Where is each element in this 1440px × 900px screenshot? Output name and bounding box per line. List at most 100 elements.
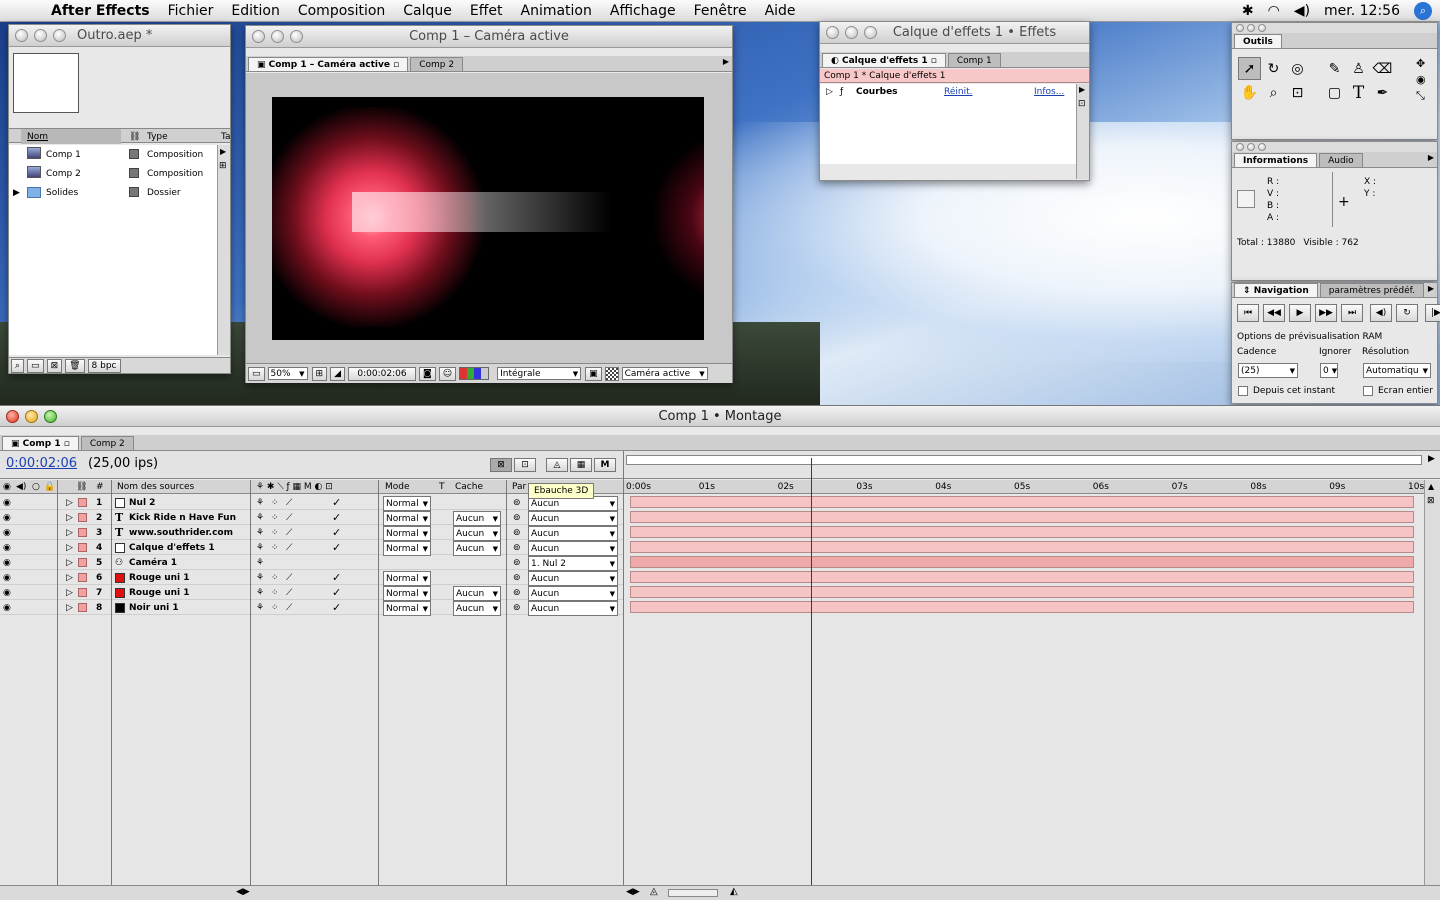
menu-fenetre[interactable]: Fenêtre [685,3,756,19]
quality-switch-icon[interactable]: ⟋ [286,600,292,615]
parent-dropdown[interactable]: Aucun [528,511,618,526]
close-button[interactable] [252,30,265,43]
orbit-camera-tool-icon[interactable]: ◎ [1286,57,1309,80]
quality-switch-icon[interactable]: ⟋ [286,540,292,555]
loop-icon[interactable]: ↻ [1396,304,1418,322]
menu-effet[interactable]: Effet [461,3,512,19]
disclosure-triangle-icon[interactable]: ▷ [66,540,73,555]
about-link[interactable]: Infos... [1034,84,1064,99]
eraser-tool-icon[interactable]: ⌫ [1371,57,1394,80]
disclosure-triangle-icon[interactable]: ▷ [66,600,73,615]
last-frame-icon[interactable]: ⏭ [1341,304,1363,322]
lock-col-icon[interactable]: 🔒 [44,480,55,494]
shy-switch-icon[interactable]: ⚘ [256,600,264,615]
fx-icon[interactable]: ƒ [840,84,843,99]
collapse-switch-icon[interactable]: ⁘ [271,540,279,555]
tab-tools[interactable]: Outils [1234,34,1282,48]
cache-dropdown[interactable]: Aucun [453,511,501,526]
playhead[interactable] [810,458,812,885]
eye-icon[interactable]: ◉ [3,600,11,615]
mode-dropdown[interactable]: Normal [383,526,431,541]
pickwhip-icon[interactable]: ⊚ [513,510,521,525]
shy-switch-icon[interactable]: ⚘ [256,510,264,525]
layer-duration-bar[interactable] [630,556,1414,568]
find-button[interactable]: ⌕ [11,358,25,373]
track-xy-tool-icon[interactable]: ⤡ [1416,89,1426,103]
label-swatch[interactable] [78,558,87,567]
effects-scrollbar[interactable]: ▶ ⊡ [1076,84,1089,179]
layer-row[interactable]: ◉ ▷ 8 Noir uni 1 ⚘ ⁘ ⟋ ✓ Normal Aucun ⊚ Aucun [0,600,624,616]
close-button[interactable] [15,29,28,42]
mode-dropdown[interactable]: Normal [383,541,431,556]
cache-dropdown[interactable]: Aucun [453,541,501,556]
collapse-switch-icon[interactable]: ⁘ [271,585,279,600]
label-swatch[interactable] [129,168,139,178]
adjustment-check-icon[interactable]: ✓ [332,585,341,600]
list-item[interactable]: Comp 2 Composition [9,166,217,181]
zoom-tool-icon[interactable]: ⌕ [1262,81,1285,104]
project-scrollbar[interactable]: ▶ ⊞ [217,145,230,355]
disclosure-triangle-icon[interactable]: ▷ [66,525,73,540]
layer-row[interactable]: ◉ ▷ 3 Twww.southrider.com ⚘ ⁘ ⟋ ✓ Normal Aucun ⊚ Au… [0,525,624,541]
next-frame-icon[interactable]: ▶▶ [1315,304,1337,322]
layer-name[interactable]: Rouge uni 1 [129,570,190,585]
eye-icon[interactable]: ◉ [3,555,11,570]
solo-col-icon[interactable]: ○ [32,480,40,494]
move-camera-tool-icon[interactable]: ✥ [1416,57,1426,70]
zoom-slider[interactable] [668,889,718,897]
ram-preview-icon[interactable]: |▶ [1425,304,1440,322]
layer-name[interactable]: Kick Ride n Have Fun [129,510,236,525]
minimize-button[interactable] [271,30,284,43]
cache-dropdown[interactable]: Aucun [453,526,501,541]
eye-icon[interactable]: ◉ [3,480,11,494]
effect-row[interactable]: ▷ ƒ Courbes Réinit. Infos... [820,84,1076,99]
current-time-button[interactable]: 0:00:02:06 [347,366,416,381]
from-here-checkbox[interactable] [1238,386,1248,396]
layer-duration-bar[interactable] [630,511,1414,523]
mode-dropdown[interactable]: Normal [383,571,431,586]
trash-button[interactable]: 🗑 [65,358,85,373]
camera-dropdown[interactable]: Caméra active [621,367,708,380]
layer-duration-bar[interactable] [630,496,1414,508]
tab-comp1[interactable]: Comp 1 [947,53,1001,67]
ignore-field[interactable]: 0 [1320,363,1338,378]
parent-dropdown[interactable]: Aucun [528,571,618,586]
layer-row[interactable]: ◉ ▷ 2 T Kick Ride n Have Fun ⚘ ⁘ ⟋ ✓ Normal Aucun ⊚… [0,510,624,526]
pickwhip-icon[interactable]: ⊚ [513,555,521,570]
time-ruler[interactable]: 0:00s 01s 02s 03s 04s 05s 06s 07s 08s 09s 10s [624,480,1424,494]
label-swatch[interactable] [78,513,87,522]
label-swatch[interactable] [129,149,139,159]
arrow-right-icon[interactable]: ▶ [1079,85,1085,94]
label-col-icon[interactable]: ⛓ [76,480,87,494]
tab-navigation[interactable]: ⇕ Navigation [1234,283,1318,297]
disclosure-triangle-icon[interactable]: ▷ [66,555,73,570]
mode-dropdown[interactable]: Normal [383,496,431,511]
pickwhip-icon[interactable]: ⊚ [513,600,521,615]
minimize-button[interactable] [1247,143,1255,151]
work-area-bar[interactable] [626,455,1422,465]
pan-behind-tool-icon[interactable]: ⊡ [1286,81,1309,104]
panel-menu-icon[interactable]: ▶ [1428,284,1434,293]
rectangle-mask-tool-icon[interactable]: ▢ [1323,81,1346,104]
parent-dropdown[interactable]: Aucun [528,526,618,541]
collapse-switch-icon[interactable]: ⁘ [271,600,279,615]
layer-row[interactable]: ◉ ▷ 5 ⚇ Caméra 1 ⚘ ⊚ 1. Nul 2 [0,555,624,571]
audio-col-icon[interactable]: ◀) [16,480,26,494]
parent-dropdown[interactable]: 1. Nul 2 [528,556,618,571]
tab-effects-layer[interactable]: ◐ Calque d'effets 1 ▫ [822,53,946,67]
flowchart-icon[interactable]: ⊡ [1078,99,1086,109]
menu-calque[interactable]: Calque [394,3,461,19]
always-preview-button[interactable]: ▭ [248,366,265,381]
adjustment-check-icon[interactable]: ✓ [332,600,341,615]
clone-stamp-tool-icon[interactable]: ♙ [1347,57,1370,80]
time-navigator-icon[interactable]: ◀▶ [626,887,640,897]
expand-panes-icon[interactable]: ◀▶ [236,887,250,897]
adjustment-check-icon[interactable]: ✓ [332,510,341,525]
zoom-button[interactable] [44,410,57,423]
layer-duration-bar[interactable] [630,526,1414,538]
pickwhip-icon[interactable]: ⊚ [513,540,521,555]
mode-dropdown[interactable]: Normal [383,601,431,616]
layer-name[interactable]: Noir uni 1 [129,600,179,615]
tab-comp2[interactable]: Comp 2 [80,436,134,450]
first-frame-icon[interactable]: ⏮ [1237,304,1259,322]
